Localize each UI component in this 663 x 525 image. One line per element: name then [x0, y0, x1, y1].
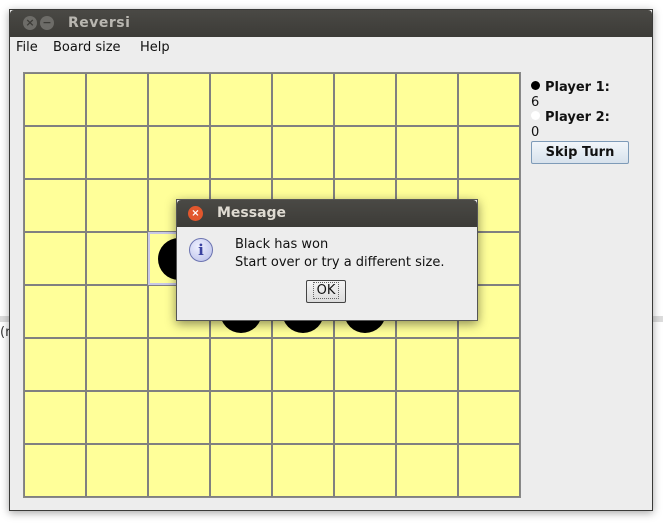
board-cell[interactable]	[210, 444, 272, 497]
board-cell[interactable]	[24, 126, 86, 179]
board-cell[interactable]	[334, 73, 396, 126]
dialog-message-line1: Black has won	[235, 237, 329, 252]
board-cell[interactable]	[24, 179, 86, 232]
board-cell[interactable]	[272, 391, 334, 444]
menu-file[interactable]: File	[16, 40, 38, 55]
board-cell[interactable]	[396, 391, 458, 444]
dialog-message-line2: Start over or try a different size.	[235, 255, 445, 270]
info-icon: i	[189, 238, 213, 262]
board-cell[interactable]	[458, 126, 520, 179]
board-cell[interactable]	[24, 444, 86, 497]
board-cell[interactable]	[458, 338, 520, 391]
dialog-titlebar[interactable]: × Message	[177, 200, 477, 227]
window-title: Reversi	[68, 15, 131, 31]
board-cell[interactable]	[396, 73, 458, 126]
board-cell[interactable]	[210, 73, 272, 126]
board-cell[interactable]	[334, 444, 396, 497]
board-cell[interactable]	[272, 338, 334, 391]
ok-button[interactable]: OK	[306, 280, 346, 303]
player2-disc-icon	[531, 111, 540, 120]
board-cell[interactable]	[86, 126, 148, 179]
board-cell[interactable]	[148, 391, 210, 444]
board-cell[interactable]	[148, 444, 210, 497]
board-cell[interactable]	[148, 126, 210, 179]
menubar: File Board size Help	[10, 37, 652, 59]
player2-label-row: Player 2:	[531, 110, 610, 125]
skip-turn-button[interactable]: Skip Turn	[531, 141, 629, 164]
board-cell[interactable]	[86, 232, 148, 285]
board-cell[interactable]	[272, 444, 334, 497]
menu-board-size[interactable]: Board size	[53, 40, 121, 55]
player1-label-row: Player 1:	[531, 80, 610, 95]
board-cell[interactable]	[86, 444, 148, 497]
board-cell[interactable]	[458, 73, 520, 126]
minimize-icon[interactable]: −	[40, 16, 54, 30]
board-cell[interactable]	[24, 391, 86, 444]
board-cell[interactable]	[24, 73, 86, 126]
player1-label: Player 1:	[545, 80, 610, 95]
ok-button-label: OK	[312, 282, 340, 299]
board-cell[interactable]	[272, 126, 334, 179]
board-cell[interactable]	[210, 338, 272, 391]
dialog-title: Message	[217, 205, 287, 221]
board-cell[interactable]	[24, 285, 86, 338]
board-cell[interactable]	[86, 73, 148, 126]
player1-disc-icon	[531, 81, 540, 90]
board-cell[interactable]	[334, 338, 396, 391]
close-icon[interactable]: ×	[23, 16, 37, 30]
board-cell[interactable]	[24, 232, 86, 285]
board-cell[interactable]	[334, 391, 396, 444]
board-cell[interactable]	[396, 338, 458, 391]
board-cell[interactable]	[334, 126, 396, 179]
board-cell[interactable]	[396, 444, 458, 497]
board-cell[interactable]	[24, 338, 86, 391]
board-cell[interactable]	[210, 126, 272, 179]
board-cell[interactable]	[86, 391, 148, 444]
close-icon[interactable]: ×	[188, 206, 203, 221]
window-titlebar[interactable]: × − Reversi	[10, 10, 652, 37]
board-cell[interactable]	[86, 179, 148, 232]
board-cell[interactable]	[458, 391, 520, 444]
board-cell[interactable]	[86, 338, 148, 391]
board-cell[interactable]	[396, 126, 458, 179]
board-cell[interactable]	[458, 444, 520, 497]
player2-score: 0	[531, 125, 540, 140]
board-cell[interactable]	[86, 285, 148, 338]
board-cell[interactable]	[148, 338, 210, 391]
message-dialog: × Message i Black has won Start over or …	[176, 199, 478, 321]
board-cell[interactable]	[148, 73, 210, 126]
menu-help[interactable]: Help	[140, 40, 170, 55]
player1-score: 6	[531, 95, 540, 110]
board-cell[interactable]	[210, 391, 272, 444]
board-cell[interactable]	[272, 73, 334, 126]
player2-label: Player 2:	[545, 110, 610, 125]
